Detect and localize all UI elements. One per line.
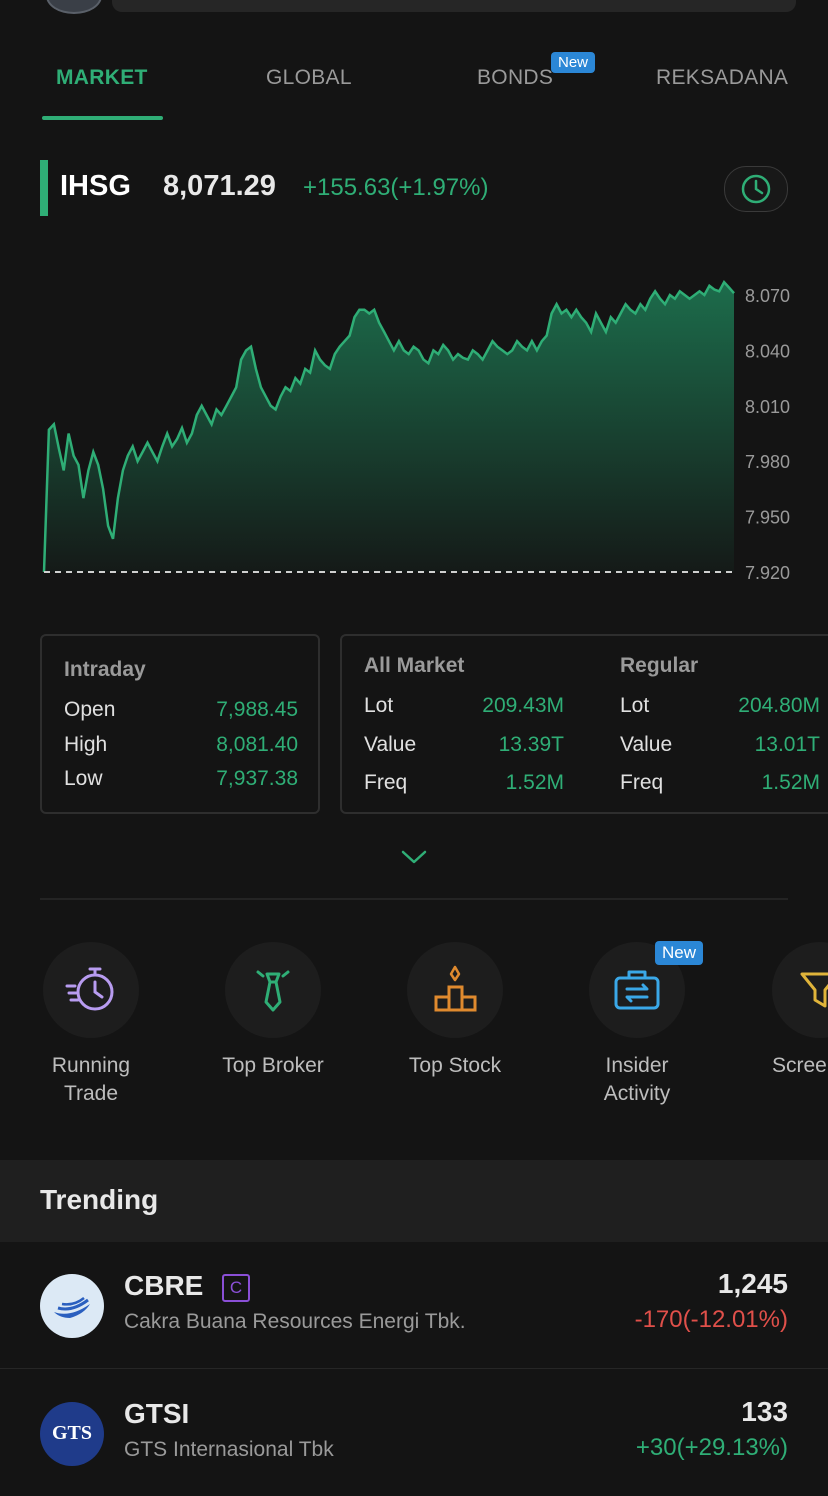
search-input[interactable] (112, 0, 796, 12)
stock-ticker: CBRE (124, 1270, 204, 1301)
clock-icon (741, 174, 771, 204)
reg-lot-value: 204.80M (738, 694, 820, 717)
menu-label: Scree (772, 1054, 827, 1077)
new-badge: New (551, 52, 596, 73)
all-value-label: Value (364, 733, 417, 756)
special-notation-badge: C (222, 1274, 250, 1302)
y-tick-label: 8.010 (745, 397, 790, 417)
intraday-card: Intraday Open 7,988.45 High 8,081.40 Low… (40, 634, 320, 814)
tab-reksadana[interactable]: REKSADANA (656, 66, 788, 90)
high-label: High (64, 733, 108, 756)
all-value-value: 13.39T (498, 733, 564, 756)
company-name: Cakra Buana Resources Energi Tbk. (124, 1310, 466, 1333)
trending-title: Trending (40, 1184, 159, 1215)
reg-freq-label: Freq (620, 771, 664, 794)
tie-icon (256, 970, 290, 1012)
menu-insider-activity[interactable]: Insider Activity (546, 942, 728, 1108)
reg-value-value: 13.01T (754, 733, 820, 756)
all-freq-label: Freq (364, 771, 408, 794)
list-item[interactable]: GTS GTSI GTS Internasional Tbk 133 +30(+… (0, 1370, 828, 1496)
stock-price: 133 (741, 1396, 788, 1427)
company-name: GTS Internasional Tbk (124, 1438, 334, 1461)
menu-label: Running Trade (51, 1054, 131, 1105)
open-label: Open (64, 698, 116, 721)
reg-freq-value: 1.52M (761, 771, 820, 794)
list-item[interactable]: CBRE C Cakra Buana Resources Energi Tbk.… (0, 1242, 828, 1369)
low-value: 7,937.38 (216, 767, 298, 790)
logo-text: GTS (51, 1422, 93, 1444)
all-lot-label: Lot (364, 694, 394, 717)
stock-price: 1,245 (717, 1268, 788, 1299)
reg-value-label: Value (620, 733, 673, 756)
regular-title: Regular (620, 654, 699, 677)
history-button[interactable] (724, 166, 788, 212)
y-tick-label: 8.040 (745, 341, 790, 361)
menu-top-stock[interactable]: Top Stock (364, 942, 546, 1080)
index-accent-bar (40, 160, 48, 216)
index-chart[interactable]: 8.070 8.040 8.010 7.980 7.950 7.920 (0, 240, 828, 620)
market-volume-card: All Market Lot 209.43M Value 13.39T Freq… (340, 634, 828, 814)
index-change: +155.63(+1.97%) (303, 174, 489, 201)
all-freq-value: 1.52M (505, 771, 564, 794)
low-label: Low (64, 767, 103, 790)
intraday-title: Intraday (64, 658, 146, 681)
chart-area-fill (44, 282, 734, 572)
index-summary: IHSG 8,071.29 +155.63(+1.97%) (40, 160, 800, 216)
menu-running-trade[interactable]: Running Trade (0, 942, 182, 1108)
filter-icon (800, 972, 828, 1008)
avatar[interactable] (46, 0, 102, 14)
menu-label: Insider Activity (603, 1054, 671, 1105)
top-bar (0, 0, 828, 20)
running-trade-icon (65, 967, 114, 1011)
stock-change: +30(+29.13%) (635, 1434, 788, 1461)
company-logo (40, 1274, 104, 1338)
active-tab-indicator (42, 116, 163, 120)
market-tabs: MARKET GLOBAL BONDS New REKSADANA (0, 50, 828, 120)
y-tick-label: 7.920 (745, 563, 790, 583)
stock-ticker: GTSI (124, 1398, 190, 1429)
stock-change: -170(-12.01%) (634, 1306, 788, 1333)
podium-icon (434, 965, 477, 1012)
index-name: IHSG (60, 170, 131, 202)
reg-lot-label: Lot (620, 694, 650, 717)
menu-top-broker[interactable]: Top Broker (182, 942, 364, 1080)
tab-global[interactable]: GLOBAL (266, 66, 352, 90)
new-badge: New (655, 941, 704, 965)
high-value: 8,081.40 (216, 733, 298, 756)
menu-screener[interactable]: Scree (728, 942, 828, 1080)
chart-svg: 8.070 8.040 8.010 7.980 7.950 7.920 (42, 279, 790, 583)
y-tick-label: 8.070 (745, 286, 790, 306)
chevron-down-icon (401, 850, 427, 864)
all-market-title: All Market (364, 654, 465, 677)
menu-label: Top Stock (408, 1054, 502, 1077)
tab-market[interactable]: MARKET (56, 66, 148, 90)
expand-button[interactable] (398, 842, 430, 872)
trending-header: Trending (0, 1160, 828, 1242)
y-tick-label: 7.950 (745, 508, 790, 528)
index-value: 8,071.29 (163, 170, 276, 202)
open-value: 7,988.45 (216, 698, 298, 721)
divider (40, 898, 788, 900)
menu-label: Top Broker (222, 1054, 324, 1077)
ship-icon (54, 1297, 90, 1318)
company-logo: GTS (40, 1402, 104, 1466)
all-lot-value: 209.43M (482, 694, 564, 717)
y-tick-label: 7.980 (745, 452, 790, 472)
tab-bonds[interactable]: BONDS (477, 66, 553, 90)
